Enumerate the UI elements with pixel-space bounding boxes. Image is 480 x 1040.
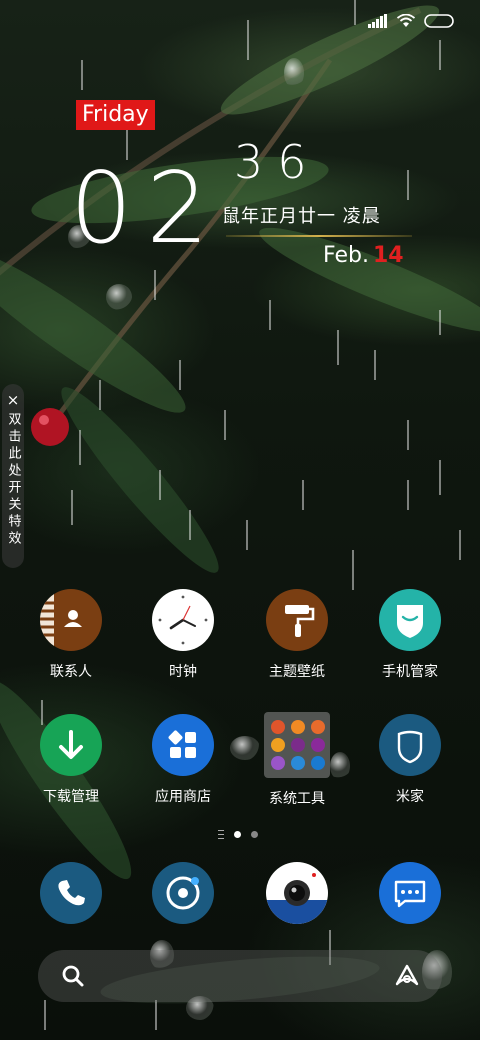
app-label: 系统工具 bbox=[269, 791, 325, 807]
dock-messages[interactable] bbox=[360, 862, 460, 924]
phone-icon bbox=[40, 862, 102, 924]
signal-icon bbox=[368, 14, 388, 28]
dock-phone[interactable] bbox=[21, 862, 121, 924]
app-label: 时钟 bbox=[169, 664, 197, 680]
assistant-icon[interactable] bbox=[394, 963, 420, 993]
raindrop bbox=[106, 284, 132, 310]
camera-icon bbox=[266, 862, 328, 924]
page-indicator[interactable] bbox=[218, 830, 258, 839]
dock-browser[interactable] bbox=[133, 862, 233, 924]
raindrop bbox=[284, 58, 304, 88]
menu-icon bbox=[218, 830, 224, 839]
app-mijia[interactable]: 米家 bbox=[360, 714, 460, 806]
search-bar[interactable] bbox=[38, 950, 442, 1002]
app-security[interactable]: 手机管家 bbox=[360, 589, 460, 681]
app-themes[interactable]: 主题壁纸 bbox=[247, 589, 347, 681]
search-icon[interactable] bbox=[60, 963, 86, 993]
messages-icon bbox=[379, 862, 441, 924]
contacts-icon bbox=[40, 589, 102, 651]
clock-minute: 36 bbox=[234, 135, 321, 189]
app-contacts[interactable]: 联系人 bbox=[21, 589, 121, 681]
security-shield-icon bbox=[379, 589, 441, 651]
effect-toggle[interactable]: × 双击此处开关特效 bbox=[2, 384, 24, 568]
app-label: 手机管家 bbox=[382, 664, 438, 680]
status-bar bbox=[368, 10, 454, 32]
app-label: 主题壁纸 bbox=[269, 664, 325, 680]
lunar-date: 鼠年正月廿一 凌晨 bbox=[222, 206, 381, 227]
clock-icon bbox=[152, 589, 214, 651]
clock-hour: 02 bbox=[70, 152, 223, 266]
divider bbox=[226, 235, 412, 237]
app-clock[interactable]: 时钟 bbox=[133, 589, 233, 681]
page-dot bbox=[251, 831, 258, 838]
mijia-icon bbox=[379, 714, 441, 776]
folder-icon bbox=[264, 712, 330, 778]
effect-toggle-label: 双击此处开关特效 bbox=[5, 412, 21, 548]
app-label: 米家 bbox=[396, 789, 424, 805]
battery-icon bbox=[424, 14, 454, 28]
app-store[interactable]: 应用商店 bbox=[133, 714, 233, 806]
theme-brush-icon bbox=[266, 589, 328, 651]
folder-system-tools[interactable]: 系统工具 bbox=[247, 712, 347, 808]
app-label: 联系人 bbox=[50, 664, 92, 680]
dock-camera[interactable] bbox=[247, 862, 347, 924]
download-icon bbox=[40, 714, 102, 776]
day-number: 14 bbox=[372, 243, 404, 268]
date-label: Feb. 14 bbox=[323, 243, 404, 268]
app-store-icon bbox=[152, 714, 214, 776]
app-downloads[interactable]: 下载管理 bbox=[21, 714, 121, 806]
browser-icon bbox=[152, 862, 214, 924]
weekday-badge: Friday bbox=[76, 100, 155, 130]
app-label: 应用商店 bbox=[155, 789, 211, 805]
app-label: 下载管理 bbox=[43, 789, 99, 805]
close-icon[interactable]: × bbox=[7, 392, 20, 408]
wifi-icon bbox=[396, 14, 416, 28]
page-dot-active bbox=[234, 831, 241, 838]
month-label: Feb. bbox=[323, 243, 369, 268]
